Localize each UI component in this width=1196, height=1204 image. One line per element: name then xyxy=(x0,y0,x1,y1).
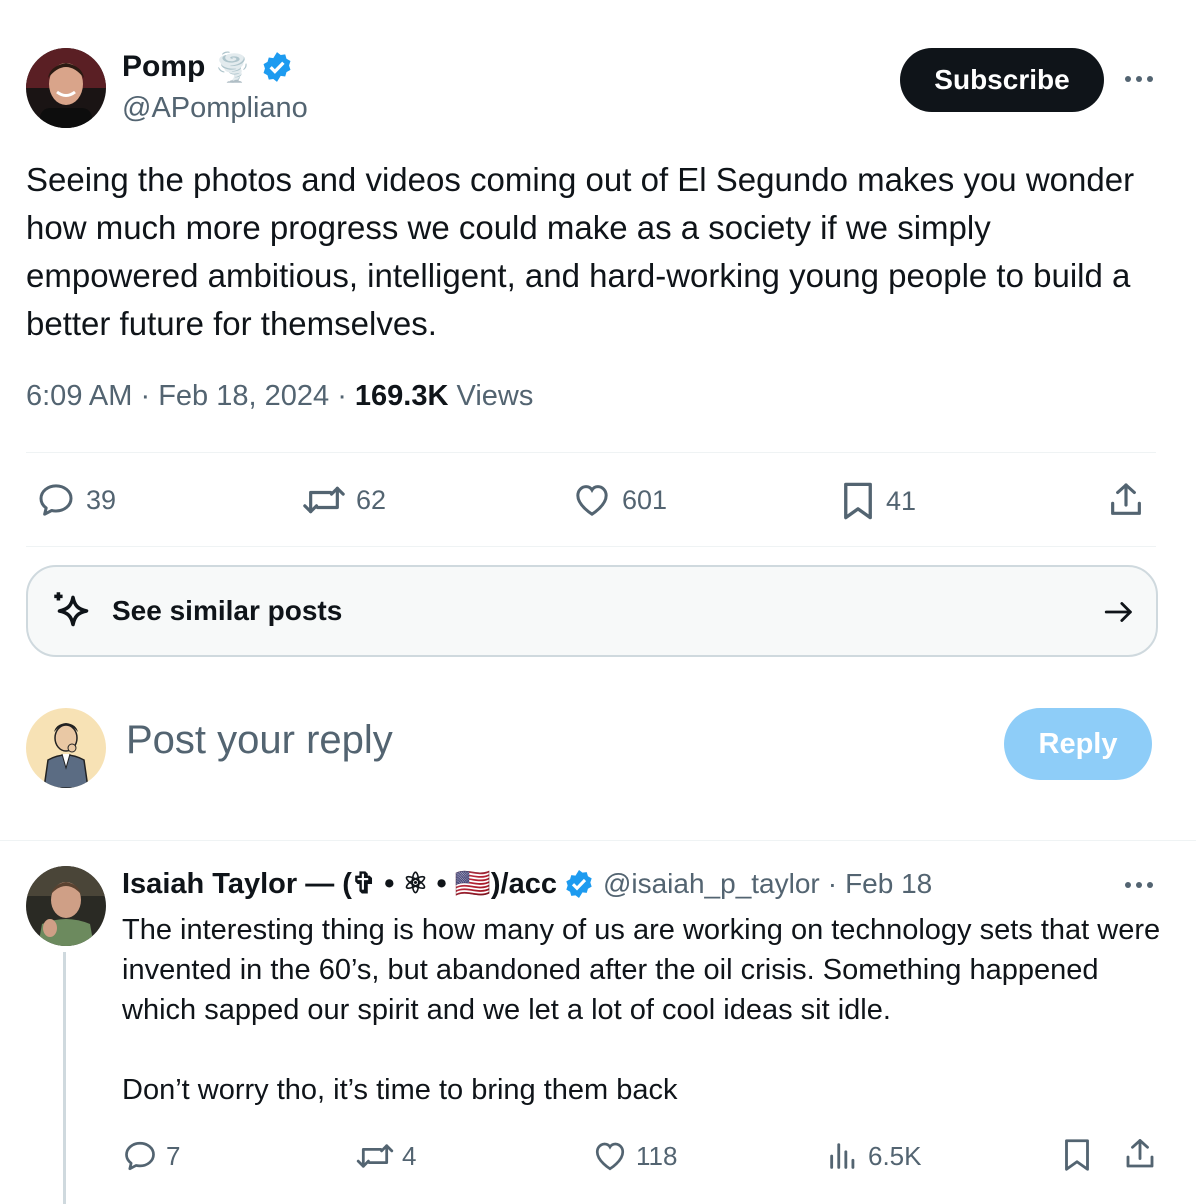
subscribe-button[interactable]: Subscribe xyxy=(900,48,1104,112)
reply-date[interactable]: Feb 18 xyxy=(845,868,932,900)
section-divider xyxy=(0,840,1196,841)
analytics-icon xyxy=(826,1138,860,1174)
repost-icon xyxy=(356,1138,394,1174)
views-count: 6.5K xyxy=(868,1140,922,1171)
bookmark-count: 41 xyxy=(886,485,917,516)
thread-line xyxy=(63,952,66,1204)
current-user-avatar[interactable] xyxy=(26,708,106,788)
divider xyxy=(26,546,1156,547)
bookmark-action[interactable]: 41 xyxy=(840,480,916,522)
reply-text: The interesting thing is how many of us … xyxy=(122,910,1172,1110)
repost-count: 62 xyxy=(356,484,387,515)
more-options-icon[interactable] xyxy=(1125,76,1153,82)
like-action[interactable]: 601 xyxy=(572,480,667,520)
tweet-date[interactable]: Feb 18, 2024 xyxy=(158,380,329,412)
reply-icon xyxy=(122,1138,158,1174)
reply-icon xyxy=(36,480,76,520)
reply-count: 39 xyxy=(86,484,117,515)
author-avatar[interactable] xyxy=(26,48,106,128)
reply-share-action[interactable] xyxy=(1122,1136,1158,1172)
author-name[interactable]: Pomp xyxy=(122,50,205,84)
share-icon xyxy=(1122,1136,1158,1172)
bookmark-icon xyxy=(840,480,876,522)
repost-action[interactable]: 62 xyxy=(302,480,386,520)
tornado-emoji: 🌪️ xyxy=(215,51,251,83)
views-label: Views xyxy=(456,380,534,412)
tweet-text: Seeing the photos and videos coming out … xyxy=(26,161,1135,342)
author-handle[interactable]: @APompliano xyxy=(122,92,308,125)
repost-count: 4 xyxy=(402,1140,417,1171)
reply-bookmark-action[interactable] xyxy=(1062,1136,1092,1174)
share-icon xyxy=(1106,480,1146,520)
heart-icon xyxy=(572,480,612,520)
like-count: 118 xyxy=(636,1140,678,1171)
reply-author-name[interactable]: Isaiah Taylor — (✞ • ⚛ • 🇺🇸)/acc xyxy=(122,866,557,901)
reply-like-action[interactable]: 118 xyxy=(592,1138,677,1174)
tweet-meta: 6:09 AM · Feb 18, 2024 · 169.3K Views xyxy=(26,380,534,412)
heart-icon xyxy=(592,1138,628,1174)
reply-views-action[interactable]: 6.5K xyxy=(826,1138,922,1174)
reply-paragraph: The interesting thing is how many of us … xyxy=(122,914,1161,1026)
reply-repost-action[interactable]: 4 xyxy=(356,1138,416,1174)
verified-badge-icon[interactable] xyxy=(563,868,595,900)
reply-input[interactable]: Post your reply xyxy=(126,718,393,763)
sparkle-icon xyxy=(48,587,98,637)
divider xyxy=(26,452,1156,453)
bookmark-icon xyxy=(1062,1136,1092,1174)
see-similar-posts-button[interactable]: See similar posts xyxy=(26,565,1158,657)
reply-reply-action[interactable]: 7 xyxy=(122,1138,180,1174)
reply-header: Isaiah Taylor — (✞ • ⚛ • 🇺🇸)/acc @isaiah… xyxy=(122,866,933,901)
reply-button[interactable]: Reply xyxy=(1004,708,1152,780)
see-similar-posts-label: See similar posts xyxy=(112,595,343,626)
reply-author-handle[interactable]: @isaiah_p_taylor xyxy=(603,868,820,900)
repost-icon xyxy=(302,480,346,520)
reply-count: 7 xyxy=(166,1140,181,1171)
reply-more-options-icon[interactable] xyxy=(1125,882,1153,888)
views-count: 169.3K xyxy=(354,380,449,412)
reply-paragraph: Don’t worry tho, it’s time to bring them… xyxy=(122,1074,678,1106)
like-count: 601 xyxy=(622,484,668,515)
reply-action[interactable]: 39 xyxy=(36,480,116,520)
reply-author-avatar[interactable] xyxy=(26,866,106,946)
tweet-time[interactable]: 6:09 AM xyxy=(26,380,132,412)
verified-badge-icon[interactable] xyxy=(260,50,294,84)
arrow-right-icon xyxy=(1102,595,1136,629)
share-action[interactable] xyxy=(1106,480,1146,520)
